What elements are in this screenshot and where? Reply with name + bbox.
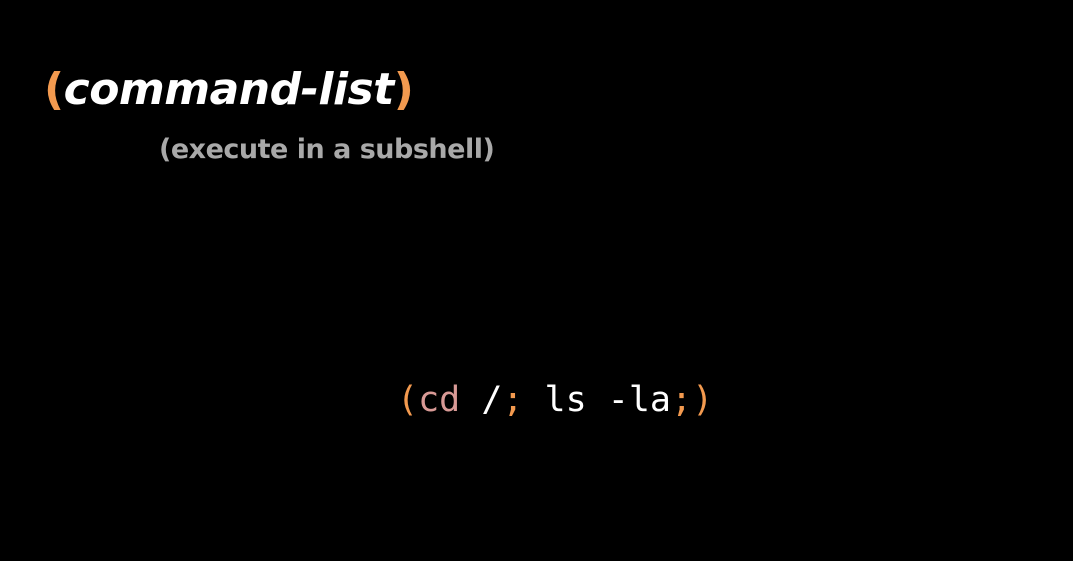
code-example: (cd /; ls -la;): [397, 375, 713, 425]
code-root-arg: /: [481, 380, 503, 420]
code-ls-command: ls -la: [523, 380, 671, 420]
slide-title: (command-list): [44, 58, 414, 122]
title-open-paren: (: [44, 64, 64, 115]
code-cd-command: cd: [418, 380, 461, 420]
slide: (command-list) (execute in a subshell) (…: [0, 0, 1073, 561]
title-close-paren: ): [393, 64, 414, 115]
code-semicolon-1: ;: [502, 380, 524, 420]
code-close-paren: ): [692, 380, 714, 420]
slide-subtitle: (execute in a subshell): [159, 134, 495, 165]
code-open-paren: (: [397, 380, 419, 420]
code-semicolon-2: ;: [670, 380, 693, 420]
title-text: command-list: [63, 64, 395, 115]
